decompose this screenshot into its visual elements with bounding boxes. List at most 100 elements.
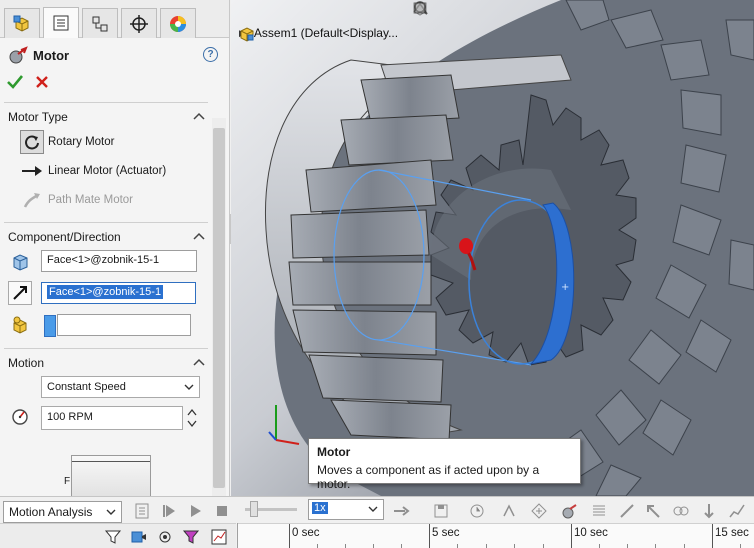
motion-function-value: Constant Speed (47, 381, 126, 393)
minor-tick (627, 544, 628, 548)
featuremanager-tab[interactable] (4, 8, 40, 38)
autokey-icon[interactable] (500, 502, 518, 520)
assembly-tree-item[interactable]: ▶ Assem1 (Default<Display... (239, 26, 399, 42)
linear-motor-icon (20, 159, 44, 183)
assembly-icon (240, 27, 254, 42)
cancel-button[interactable] (33, 73, 51, 91)
linear-motor-label: Linear Motor (Actuator) (48, 165, 167, 177)
timeline[interactable]: 0 sec 5 sec 10 sec 15 sec (238, 523, 754, 548)
tick-label: 10 sec (574, 527, 608, 539)
damper-icon[interactable] (618, 502, 636, 520)
help-icon[interactable]: ? (203, 47, 218, 62)
propertymanager-tab[interactable] (43, 7, 79, 38)
motion-study-bar: Motion Analysis 1x 0 sec 5 sec 10 sec 15… (0, 496, 754, 548)
minor-tick (457, 544, 458, 548)
rotary-motor-option[interactable]: Rotary Motor (20, 130, 114, 154)
gravity-icon[interactable] (700, 502, 718, 520)
feature-tree-icon (13, 15, 29, 32)
minor-tick (684, 544, 685, 548)
tick-line (429, 524, 430, 548)
filter-animated-icon[interactable] (130, 528, 148, 546)
dimxpert-tab[interactable] (121, 8, 157, 38)
face-center-mark: + (561, 282, 569, 293)
divider (4, 222, 208, 223)
graph-axis-label: F (64, 476, 71, 487)
configuration-icon (92, 16, 108, 31)
configurationmanager-tab[interactable] (82, 8, 118, 38)
chevron-up-icon[interactable] (193, 112, 205, 120)
property-manager-icon (53, 15, 69, 31)
graph-line (72, 461, 150, 462)
play-icon[interactable] (186, 502, 204, 520)
contact-icon[interactable] (672, 502, 690, 520)
manager-tab-bar (0, 0, 229, 38)
rotary-motor-label: Rotary Motor (48, 136, 115, 148)
speed-input[interactable]: 100 RPM (41, 406, 183, 430)
scrollbar-thumb[interactable] (213, 128, 225, 488)
motor-direction-field[interactable]: Face<1>@zobnik-15-1 (41, 282, 196, 304)
linear-motor-option[interactable]: Linear Motor (Actuator) (20, 159, 166, 183)
reverse-direction-button[interactable] (8, 281, 32, 305)
force-icon[interactable] (644, 502, 662, 520)
filter-driving-icon[interactable] (156, 528, 174, 546)
appearance-icon (170, 15, 186, 32)
animation-wizard-icon[interactable] (468, 502, 486, 520)
divider (4, 102, 208, 103)
chevron-up-icon[interactable] (193, 358, 205, 366)
motor-type-group-title[interactable]: Motor Type (8, 110, 68, 124)
assembly-tree-label: Assem1 (Default<Display... (253, 26, 399, 40)
filter-icon[interactable] (104, 528, 122, 546)
display-manager-tab[interactable] (160, 8, 196, 38)
filter-selected-icon[interactable] (182, 528, 200, 546)
filter-results-icon[interactable] (210, 528, 228, 546)
stop-icon[interactable] (213, 502, 231, 520)
tick-line (571, 524, 572, 548)
motor-direction-value: Face<1>@zobnik-15-1 (47, 285, 164, 299)
minor-tick (401, 544, 402, 548)
study-type-value: Motion Analysis (9, 505, 93, 519)
chevron-up-icon[interactable] (193, 232, 205, 240)
results-and-plots-icon[interactable] (728, 502, 746, 520)
graphics-area[interactable]: + ▶ Assem1 (Default<Display... (231, 0, 754, 496)
property-manager-header: Motor ? (0, 40, 229, 100)
playback-speed-dropdown[interactable]: 1x (308, 499, 384, 520)
component-direction-group-title[interactable]: Component/Direction (8, 230, 121, 244)
minor-tick (514, 544, 515, 548)
add-key-icon[interactable] (530, 502, 548, 520)
tick-label: 15 sec (715, 527, 749, 539)
chevron-down-icon (368, 506, 378, 512)
motor-tool-icon[interactable] (560, 502, 578, 520)
motion-group-title[interactable]: Motion (8, 356, 44, 370)
minor-tick (373, 544, 374, 548)
speed-spinner[interactable] (185, 406, 199, 430)
minor-tick (543, 544, 544, 548)
motor-tooltip: Motor Moves a component as if acted upon… (308, 438, 581, 491)
property-manager-panel: Motor ? Motor Type Rotary Motor Linear M… (0, 0, 230, 496)
crosshair-icon (130, 14, 148, 33)
motion-manager-filter-bar (0, 523, 236, 548)
tooltip-title: Motor (317, 445, 351, 459)
display-style-icon[interactable] (411, 0, 429, 16)
gear-assembly-view: + (231, 0, 754, 496)
path-mate-motor-option: Path Mate Motor (20, 188, 133, 212)
page-title: Motor (33, 48, 70, 63)
study-type-dropdown[interactable]: Motion Analysis (3, 501, 122, 523)
rotary-motor-icon (20, 130, 44, 154)
property-manager-scrollbar[interactable] (212, 118, 226, 496)
heads-up-view-toolbar (411, 0, 754, 18)
minor-tick (345, 544, 346, 548)
playback-mode-icon[interactable] (392, 502, 410, 520)
motion-function-dropdown[interactable]: Constant Speed (41, 376, 200, 398)
save-animation-icon[interactable] (432, 502, 450, 520)
spring-icon[interactable] (590, 502, 608, 520)
ok-button[interactable] (6, 73, 24, 91)
play-from-start-icon[interactable] (160, 502, 178, 520)
motor-location-field[interactable]: Face<1>@zobnik-15-1 (41, 250, 197, 272)
minor-tick (740, 544, 741, 548)
component-to-move-field[interactable] (57, 314, 191, 336)
playback-slider-thumb[interactable] (250, 501, 258, 517)
motor-location-icon (8, 250, 32, 274)
path-mate-motor-icon (20, 188, 44, 212)
calculate-icon[interactable] (133, 502, 151, 520)
active-selection-marker (44, 315, 56, 337)
